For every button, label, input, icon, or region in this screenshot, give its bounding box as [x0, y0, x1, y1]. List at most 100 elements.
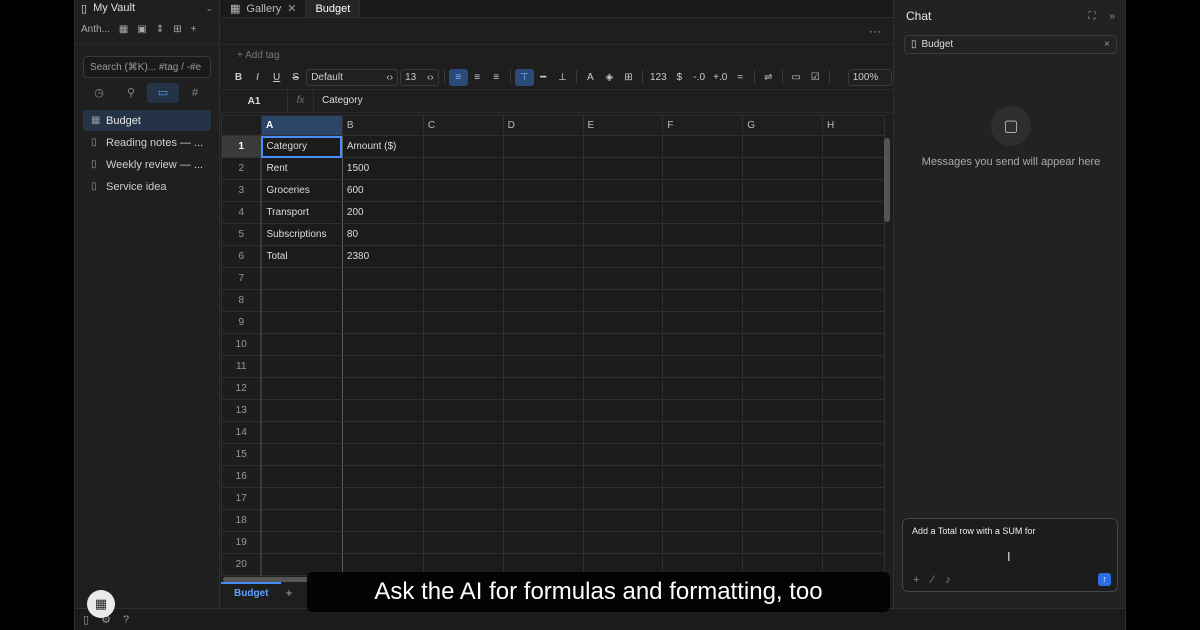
- collapse-panel-icon[interactable]: »: [1109, 11, 1115, 22]
- cell-b[interactable]: [341, 465, 424, 488]
- cell-e[interactable]: [582, 157, 664, 180]
- italic-icon[interactable]: I: [248, 72, 267, 83]
- cell-f[interactable]: [662, 333, 744, 356]
- cell-a[interactable]: [260, 421, 343, 444]
- sheet-tab-budget[interactable]: Budget: [221, 582, 282, 604]
- help-icon[interactable]: ?: [123, 614, 129, 626]
- hashtag-icon[interactable]: #: [179, 83, 211, 103]
- expand-icon[interactable]: ⛶: [1088, 11, 1095, 22]
- cell-d[interactable]: [502, 487, 584, 510]
- cell-e[interactable]: [582, 267, 664, 290]
- folder-icon[interactable]: ▭: [147, 83, 179, 103]
- align-left-icon[interactable]: ≡: [448, 68, 468, 86]
- cell-h[interactable]: [822, 223, 885, 246]
- cell-h[interactable]: [822, 443, 885, 466]
- row-header[interactable]: 7: [221, 267, 263, 290]
- cell-g[interactable]: [742, 531, 824, 554]
- underline-icon[interactable]: U: [267, 72, 286, 83]
- cell-e[interactable]: [582, 333, 664, 356]
- row-header[interactable]: 8: [221, 289, 263, 312]
- cell-c[interactable]: [422, 135, 504, 158]
- cell-a[interactable]: [260, 509, 343, 532]
- cell-e[interactable]: [582, 135, 664, 158]
- cell-e[interactable]: [582, 223, 664, 246]
- context-chip[interactable]: ▯ Budget ×: [904, 35, 1117, 54]
- cell-d[interactable]: [502, 179, 584, 202]
- cell-f[interactable]: [662, 421, 744, 444]
- row-header[interactable]: 13: [221, 399, 263, 422]
- cell-d[interactable]: [502, 399, 584, 422]
- sidebar-toggle-icon[interactable]: ▯: [83, 613, 89, 626]
- cell-e[interactable]: [582, 355, 664, 378]
- cell-e[interactable]: [582, 465, 664, 488]
- cell-a[interactable]: [260, 399, 343, 422]
- increase-decimal-button[interactable]: +.0: [710, 72, 731, 83]
- cell-a[interactable]: Total: [260, 245, 343, 268]
- cell-a[interactable]: [260, 487, 343, 510]
- cell-g[interactable]: [742, 179, 824, 202]
- column-header-d[interactable]: D: [502, 115, 584, 136]
- cell-a[interactable]: Subscriptions: [260, 223, 343, 246]
- row-header[interactable]: 6: [221, 245, 263, 268]
- cell-d[interactable]: [502, 355, 584, 378]
- cell-h[interactable]: [822, 245, 885, 268]
- row-header[interactable]: 3: [221, 179, 263, 202]
- sidebar-item-weekly-review[interactable]: ▯ Weekly review — ...: [83, 154, 211, 175]
- cell-a[interactable]: [260, 333, 343, 356]
- more-options-icon[interactable]: ···: [869, 24, 881, 38]
- add-sheet-button[interactable]: +: [285, 586, 292, 600]
- cell-d[interactable]: [502, 157, 584, 180]
- cell-h[interactable]: [822, 531, 885, 554]
- cell-c[interactable]: [422, 421, 504, 444]
- cell-g[interactable]: [742, 135, 824, 158]
- cell-h[interactable]: [822, 399, 885, 422]
- plus-icon[interactable]: +: [191, 24, 197, 35]
- cell-b[interactable]: 2380: [341, 245, 424, 268]
- cell-b[interactable]: [341, 531, 424, 554]
- cell-g[interactable]: [742, 487, 824, 510]
- microphone-icon[interactable]: ♪: [945, 574, 951, 586]
- cell-h[interactable]: [822, 487, 885, 510]
- cell-c[interactable]: [422, 355, 504, 378]
- cell-a[interactable]: [260, 311, 343, 334]
- close-icon[interactable]: ×: [1104, 39, 1110, 50]
- decrease-decimal-button[interactable]: -.0: [689, 72, 710, 83]
- cell-b[interactable]: [341, 421, 424, 444]
- cell-c[interactable]: [422, 157, 504, 180]
- cell-b[interactable]: 1500: [341, 157, 424, 180]
- row-header[interactable]: 11: [221, 355, 263, 378]
- cell-c[interactable]: [422, 245, 504, 268]
- cell-a[interactable]: Groceries: [260, 179, 343, 202]
- cell-c[interactable]: [422, 531, 504, 554]
- cell-e[interactable]: [582, 201, 664, 224]
- cell-reference[interactable]: A1: [221, 96, 287, 107]
- row-header[interactable]: 17: [221, 487, 263, 510]
- cell-a[interactable]: [260, 531, 343, 554]
- cell-g[interactable]: [742, 443, 824, 466]
- cell-b[interactable]: [341, 443, 424, 466]
- cell-e[interactable]: [582, 443, 664, 466]
- cell-h[interactable]: [822, 465, 885, 488]
- cell-b[interactable]: [341, 377, 424, 400]
- pin-icon[interactable]: ⚲: [115, 83, 147, 103]
- cell-e[interactable]: [582, 509, 664, 532]
- fill-color-icon[interactable]: ◈: [600, 72, 619, 83]
- slash-command-icon[interactable]: ⁄: [931, 574, 933, 586]
- column-header-g[interactable]: G: [742, 115, 824, 136]
- cell-d[interactable]: [502, 421, 584, 444]
- cell-h[interactable]: [822, 289, 885, 312]
- cell-b[interactable]: [341, 399, 424, 422]
- cell-a[interactable]: Category: [260, 135, 343, 158]
- cell-f[interactable]: [662, 267, 744, 290]
- cell-g[interactable]: [742, 267, 824, 290]
- cell-f[interactable]: [662, 201, 744, 224]
- cell-e[interactable]: [582, 289, 664, 312]
- cell-a[interactable]: [260, 355, 343, 378]
- cell-h[interactable]: [822, 377, 885, 400]
- text-color-icon[interactable]: A: [581, 72, 600, 83]
- cell-g[interactable]: [742, 311, 824, 334]
- row-header[interactable]: 16: [221, 465, 263, 488]
- valign-middle-icon[interactable]: ━: [534, 72, 553, 83]
- cell-g[interactable]: [742, 421, 824, 444]
- calendar-fab-button[interactable]: ▦: [87, 590, 115, 618]
